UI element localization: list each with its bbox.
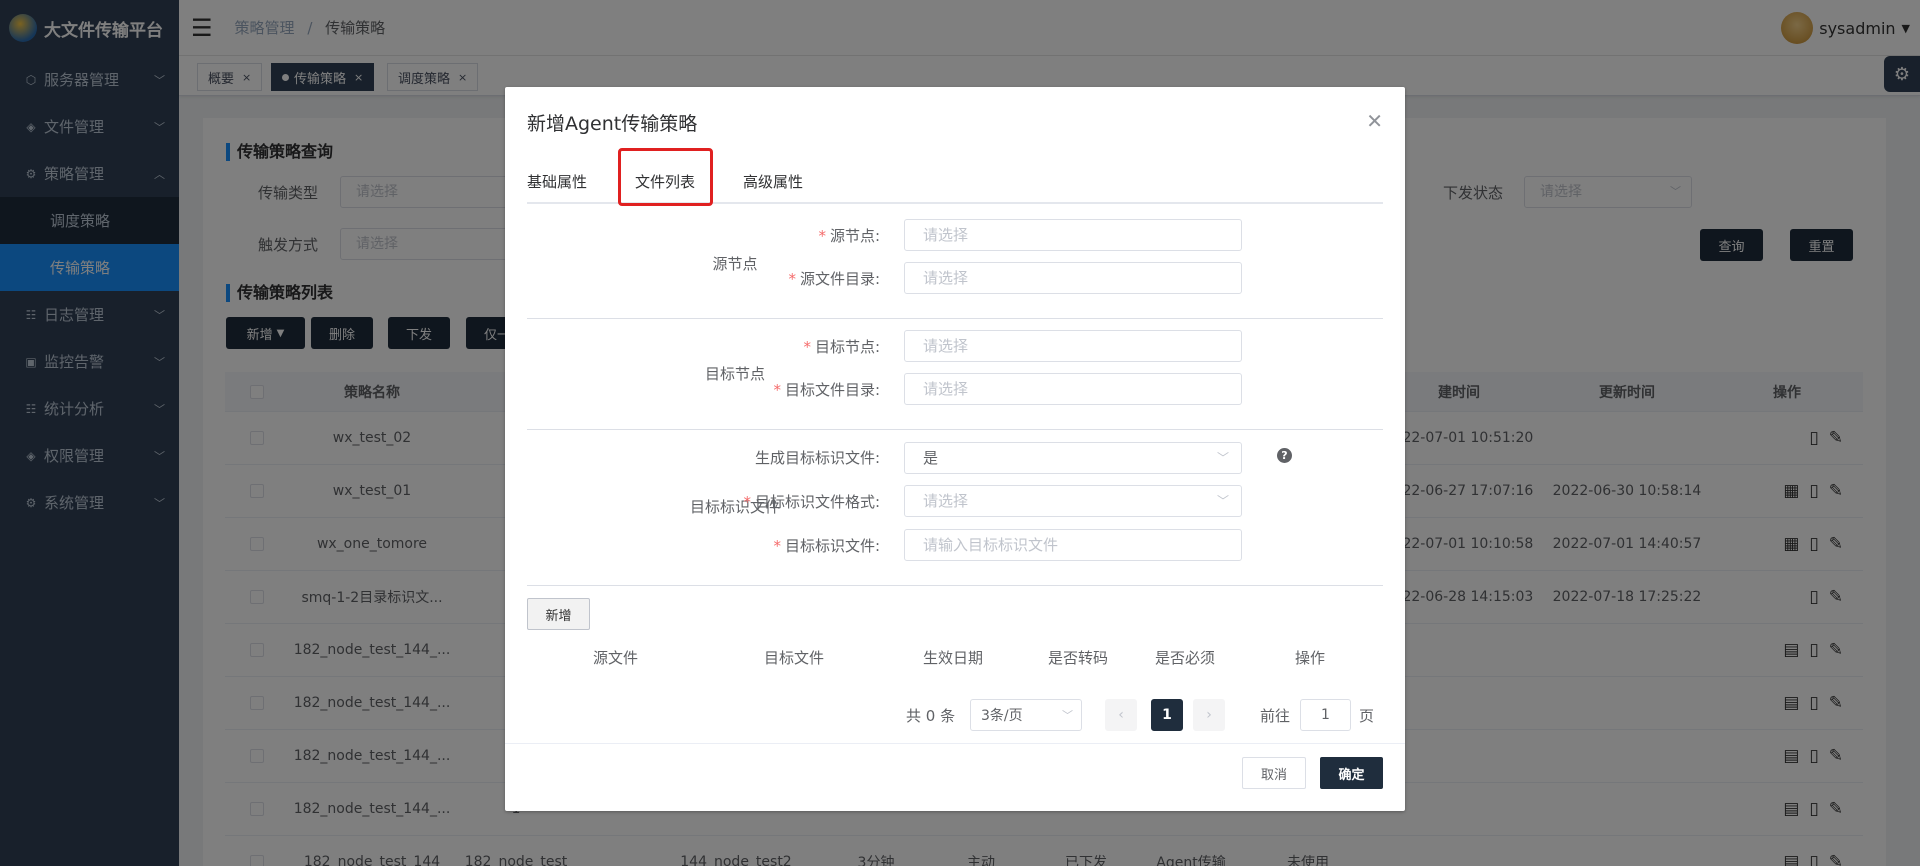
col-effective-date: 生效日期 xyxy=(923,649,984,667)
add-file-button[interactable]: 新增 xyxy=(527,598,590,630)
gen-marker-select[interactable]: 是 ﹀ xyxy=(904,442,1242,474)
pagination-total: 共 0 条 xyxy=(906,707,956,725)
src-node-select[interactable]: 请选择 xyxy=(904,219,1242,251)
tab-basic[interactable]: 基础属性 xyxy=(527,171,587,192)
marker-file-input[interactable]: 请输入目标标识文件 xyxy=(904,529,1242,561)
src-node-label: * 源节点: xyxy=(818,227,880,245)
add-agent-strategy-dialog: 新增Agent传输策略 ✕ 基础属性 文件列表 高级属性 源节点 * 源节点: 请… xyxy=(505,87,1405,811)
page-number[interactable]: 1 xyxy=(1151,699,1183,731)
col-required: 是否必须 xyxy=(1155,649,1216,667)
separator xyxy=(527,318,1383,319)
dst-node-select[interactable]: 请选择 xyxy=(904,330,1242,362)
marker-file-label: * 目标标识文件: xyxy=(773,537,880,555)
next-page-button[interactable]: › xyxy=(1193,699,1225,731)
marker-fmt-select[interactable]: 请选择 ﹀ xyxy=(904,485,1242,517)
chevron-down-icon: ﹀ xyxy=(1062,709,1073,722)
chevron-down-icon: ﹀ xyxy=(1216,451,1229,465)
col-transcode: 是否转码 xyxy=(1048,649,1109,667)
dialog-title: 新增Agent传输策略 xyxy=(527,113,698,135)
close-icon[interactable]: ✕ xyxy=(1366,109,1383,133)
cancel-button[interactable]: 取消 xyxy=(1242,757,1306,789)
marker-fmt-label: * 目标标识文件格式: xyxy=(743,493,880,511)
col-operation: 操作 xyxy=(1295,649,1326,667)
src-dir-select[interactable]: 请选择 xyxy=(904,262,1242,294)
confirm-button[interactable]: 确定 xyxy=(1320,757,1383,789)
page-size-select[interactable]: 3条/页 ﹀ xyxy=(970,699,1082,731)
goto-input[interactable]: 1 xyxy=(1300,699,1351,731)
page-unit: 页 xyxy=(1359,707,1375,725)
footer-divider xyxy=(505,743,1405,744)
col-source-file: 源文件 xyxy=(593,649,639,667)
separator xyxy=(527,585,1383,586)
help-icon[interactable]: ? xyxy=(1277,448,1292,463)
prev-page-button[interactable]: ‹ xyxy=(1105,699,1137,731)
dst-node-label: * 目标节点: xyxy=(803,338,880,356)
highlight-box xyxy=(618,148,713,206)
separator xyxy=(527,429,1383,430)
src-dir-label: * 源文件目录: xyxy=(788,270,880,288)
tab-advanced[interactable]: 高级属性 xyxy=(743,171,803,192)
goto-label: 前往 xyxy=(1260,707,1291,725)
col-target-file: 目标文件 xyxy=(764,649,825,667)
dst-dir-label: * 目标文件目录: xyxy=(773,381,880,399)
chevron-down-icon: ﹀ xyxy=(1216,494,1229,508)
dst-dir-select[interactable]: 请选择 xyxy=(904,373,1242,405)
gen-marker-label: 生成目标标识文件: xyxy=(754,449,880,467)
